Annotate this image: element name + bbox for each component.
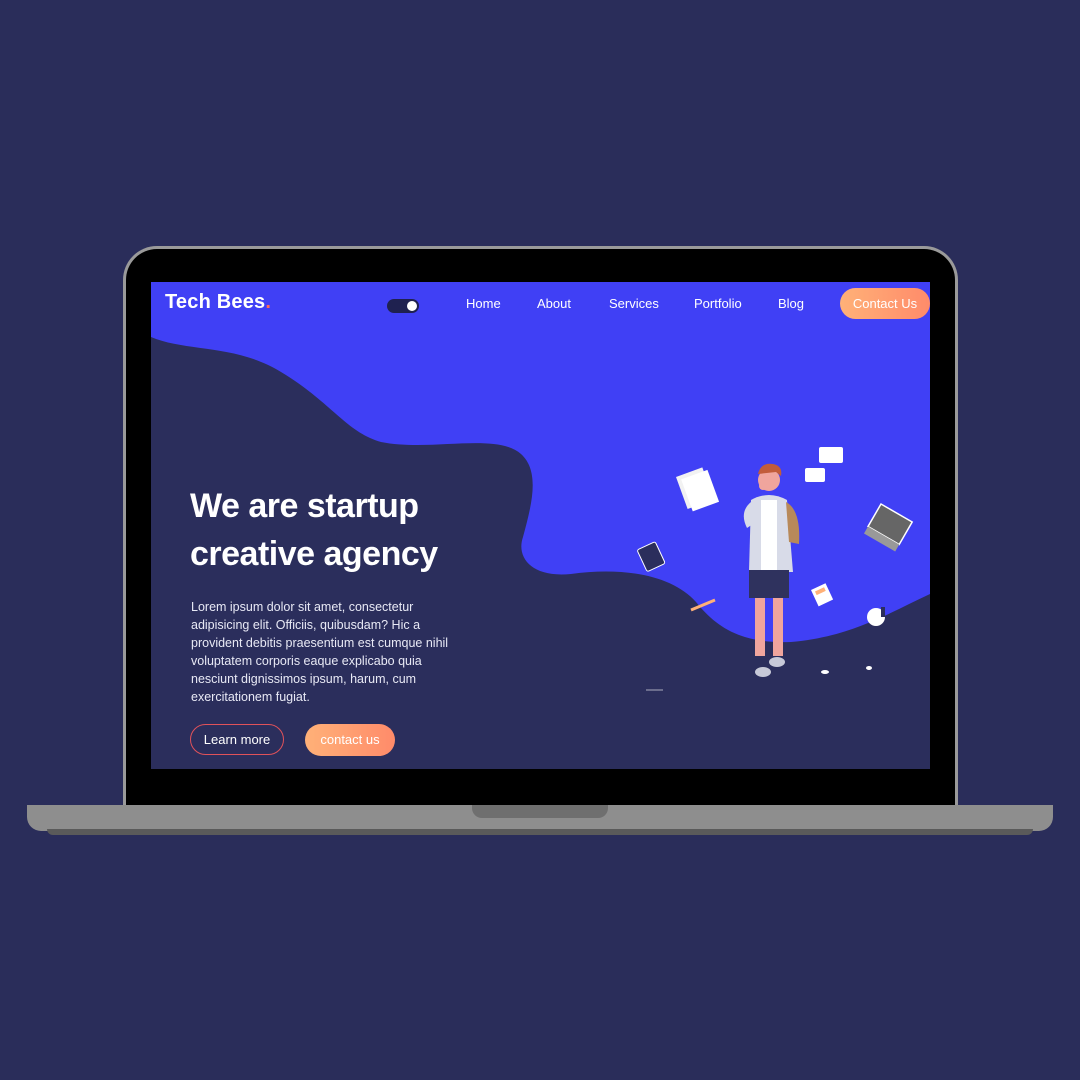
headline-line-1: We are startup bbox=[190, 487, 419, 525]
website-screen: Tech Bees. Home About Services Portfolio… bbox=[151, 282, 930, 769]
brand-dot: . bbox=[265, 291, 272, 313]
hero-body-text: Lorem ipsum dolor sit amet, consectetur … bbox=[191, 600, 449, 704]
nav-link-services[interactable]: Services bbox=[609, 296, 659, 311]
laptop-notch bbox=[472, 805, 608, 818]
top-nav: Tech Bees. Home About Services Portfolio… bbox=[151, 282, 930, 326]
learn-more-button[interactable]: Learn more bbox=[190, 724, 284, 755]
toggle-knob bbox=[407, 301, 417, 311]
theme-toggle[interactable] bbox=[387, 299, 419, 313]
nav-contact-button[interactable]: Contact Us bbox=[840, 288, 930, 319]
nav-link-portfolio[interactable]: Portfolio bbox=[694, 296, 742, 311]
nav-link-blog[interactable]: Blog bbox=[778, 296, 804, 311]
hero-headline: We are startup creative agency bbox=[190, 482, 510, 578]
contact-us-button[interactable]: contact us bbox=[305, 724, 395, 756]
headline-line-2: creative agency bbox=[190, 535, 438, 573]
brand-name: Tech Bees bbox=[165, 291, 266, 313]
nav-link-about[interactable]: About bbox=[537, 296, 571, 311]
laptop-base-shadow bbox=[47, 829, 1033, 835]
person-on-phone-illustration bbox=[637, 447, 914, 691]
brand-logo[interactable]: Tech Bees. bbox=[165, 291, 271, 314]
nav-link-home[interactable]: Home bbox=[466, 296, 501, 311]
